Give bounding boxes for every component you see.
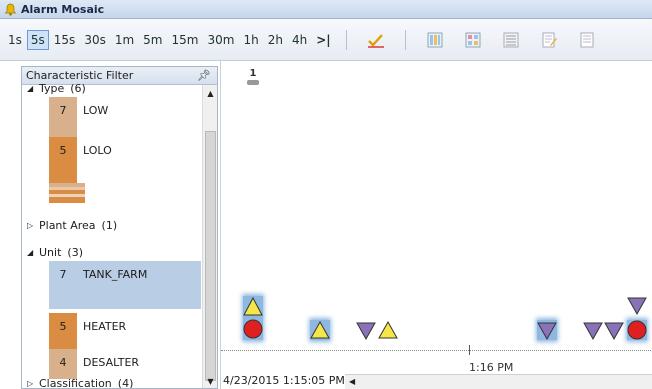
group-classification[interactable]: ▷ Classification (4) bbox=[27, 377, 134, 389]
alarm-triangle-down-purple[interactable] bbox=[627, 297, 647, 316]
item-label: HEATER bbox=[77, 313, 201, 349]
item-count: 7 bbox=[49, 97, 77, 137]
alarm-circle-red[interactable] bbox=[243, 319, 263, 339]
time-axis bbox=[221, 350, 652, 351]
filter-item-lolo[interactable]: 5 LOLO bbox=[49, 137, 201, 183]
item-count: 7 bbox=[49, 261, 77, 309]
expanded-arrow-icon[interactable]: ◢ bbox=[27, 84, 39, 93]
group-plant-area[interactable]: ▷ Plant Area (1) bbox=[27, 219, 117, 232]
item-label: LOLO bbox=[77, 137, 201, 183]
alarm-bell-icon bbox=[4, 3, 17, 16]
item-label: LOW bbox=[77, 97, 201, 137]
group-count: (6) bbox=[70, 82, 86, 95]
item-count: 4 bbox=[49, 349, 77, 379]
list-view-icon[interactable] bbox=[501, 31, 521, 49]
interval-1s-button[interactable]: 1s bbox=[4, 30, 26, 50]
notes-icon[interactable] bbox=[539, 31, 559, 49]
interval-15m-button[interactable]: 15m bbox=[168, 30, 203, 50]
collapsed-arrow-icon[interactable]: ▷ bbox=[27, 379, 39, 388]
interval-5m-button[interactable]: 5m bbox=[139, 30, 166, 50]
expanded-arrow-icon[interactable]: ◢ bbox=[27, 248, 39, 257]
group-label: Plant Area bbox=[39, 219, 96, 232]
filter-item-low[interactable]: 7 LOW bbox=[49, 97, 201, 137]
collapsed-arrow-icon[interactable]: ▷ bbox=[27, 221, 39, 230]
filter-item-heater[interactable]: 5 HEATER bbox=[49, 313, 201, 349]
group-label: Classification bbox=[39, 377, 112, 389]
group-label: Type bbox=[39, 82, 65, 95]
group-unit[interactable]: ◢ Unit (3) bbox=[27, 246, 83, 259]
group-type[interactable]: ◢ Type (6) bbox=[27, 82, 86, 95]
scroll-thumb[interactable] bbox=[205, 131, 216, 381]
toolbar-separator bbox=[404, 29, 406, 50]
item-label: DESALTER bbox=[77, 349, 201, 379]
characteristic-filter-panel: Characteristic Filter 📌︎ ◢ Type (6) 7 LO… bbox=[21, 66, 218, 389]
alarm-triangle-up-yellow[interactable] bbox=[378, 320, 398, 339]
interval-5s-button[interactable]: 5s bbox=[26, 29, 49, 50]
group-count: (1) bbox=[101, 219, 118, 232]
interval-4h-button[interactable]: 4h bbox=[288, 30, 311, 50]
interval-30s-button[interactable]: 30s bbox=[80, 30, 110, 50]
alarm-circle-red[interactable] bbox=[627, 320, 647, 340]
current-timestamp: 4/23/2015 1:15:05 PM bbox=[221, 374, 345, 387]
interval-2h-button[interactable]: 2h bbox=[264, 30, 287, 50]
group-count: (3) bbox=[67, 246, 83, 259]
interval-1h-button[interactable]: 1h bbox=[239, 30, 262, 50]
left-edge bbox=[0, 61, 21, 389]
alarm-triangle-down-purple[interactable] bbox=[583, 322, 603, 341]
scroll-up-icon[interactable]: ▲ bbox=[204, 87, 217, 100]
acknowledge-icon[interactable] bbox=[366, 31, 386, 49]
filter-item-desalter[interactable]: 4 DESALTER bbox=[49, 349, 201, 379]
timeline-scrollbar[interactable]: ◀ bbox=[345, 374, 652, 389]
interval-1m-button[interactable]: 1m bbox=[111, 30, 138, 50]
alarm-symbols bbox=[242, 294, 648, 342]
time-axis-label: 1:16 PM bbox=[469, 361, 514, 374]
filter-item-tank-farm[interactable]: 7 TANK_FARM bbox=[49, 261, 201, 309]
grid-view-icon[interactable] bbox=[463, 31, 483, 49]
item-count: 5 bbox=[49, 137, 77, 183]
panel-title: Characteristic Filter bbox=[26, 69, 134, 82]
group-count: (4) bbox=[117, 377, 134, 389]
item-label: TANK_FARM bbox=[77, 261, 201, 309]
alarm-mosaic-area[interactable]: 1 1:16 PM bbox=[220, 61, 652, 389]
title-bar: Alarm Mosaic bbox=[0, 0, 652, 19]
interval-15s-button[interactable]: 15s bbox=[50, 30, 80, 50]
type-swatch bbox=[49, 197, 85, 203]
toolbar-separator bbox=[345, 29, 347, 50]
window-title: Alarm Mosaic bbox=[21, 2, 105, 16]
scroll-left-icon[interactable]: ◀ bbox=[349, 377, 355, 386]
pin-icon[interactable]: 📌︎ bbox=[197, 69, 211, 82]
document-icon[interactable] bbox=[577, 31, 597, 49]
alarm-triangle-down-purple[interactable] bbox=[356, 322, 376, 341]
toolbar: 1s 5s 15s 30s 1m 5m 15m 30m 1h 2h 4h >| bbox=[0, 19, 652, 61]
item-count: 5 bbox=[49, 313, 77, 349]
jump-to-latest-button[interactable]: >| bbox=[312, 30, 334, 50]
interval-30m-button[interactable]: 30m bbox=[203, 30, 238, 50]
filter-scrollbar[interactable]: ▲ ▼ bbox=[202, 85, 217, 388]
columns-view-icon[interactable] bbox=[425, 31, 445, 49]
filter-tree: ◢ Type (6) 7 LOW 5 LOLO ▷ Plant Area (1)… bbox=[22, 82, 202, 389]
time-axis-tick bbox=[469, 345, 470, 355]
alarm-triangle-down-purple[interactable] bbox=[604, 322, 624, 341]
scroll-down-icon[interactable]: ▼ bbox=[204, 375, 217, 388]
group-label: Unit bbox=[39, 246, 62, 259]
